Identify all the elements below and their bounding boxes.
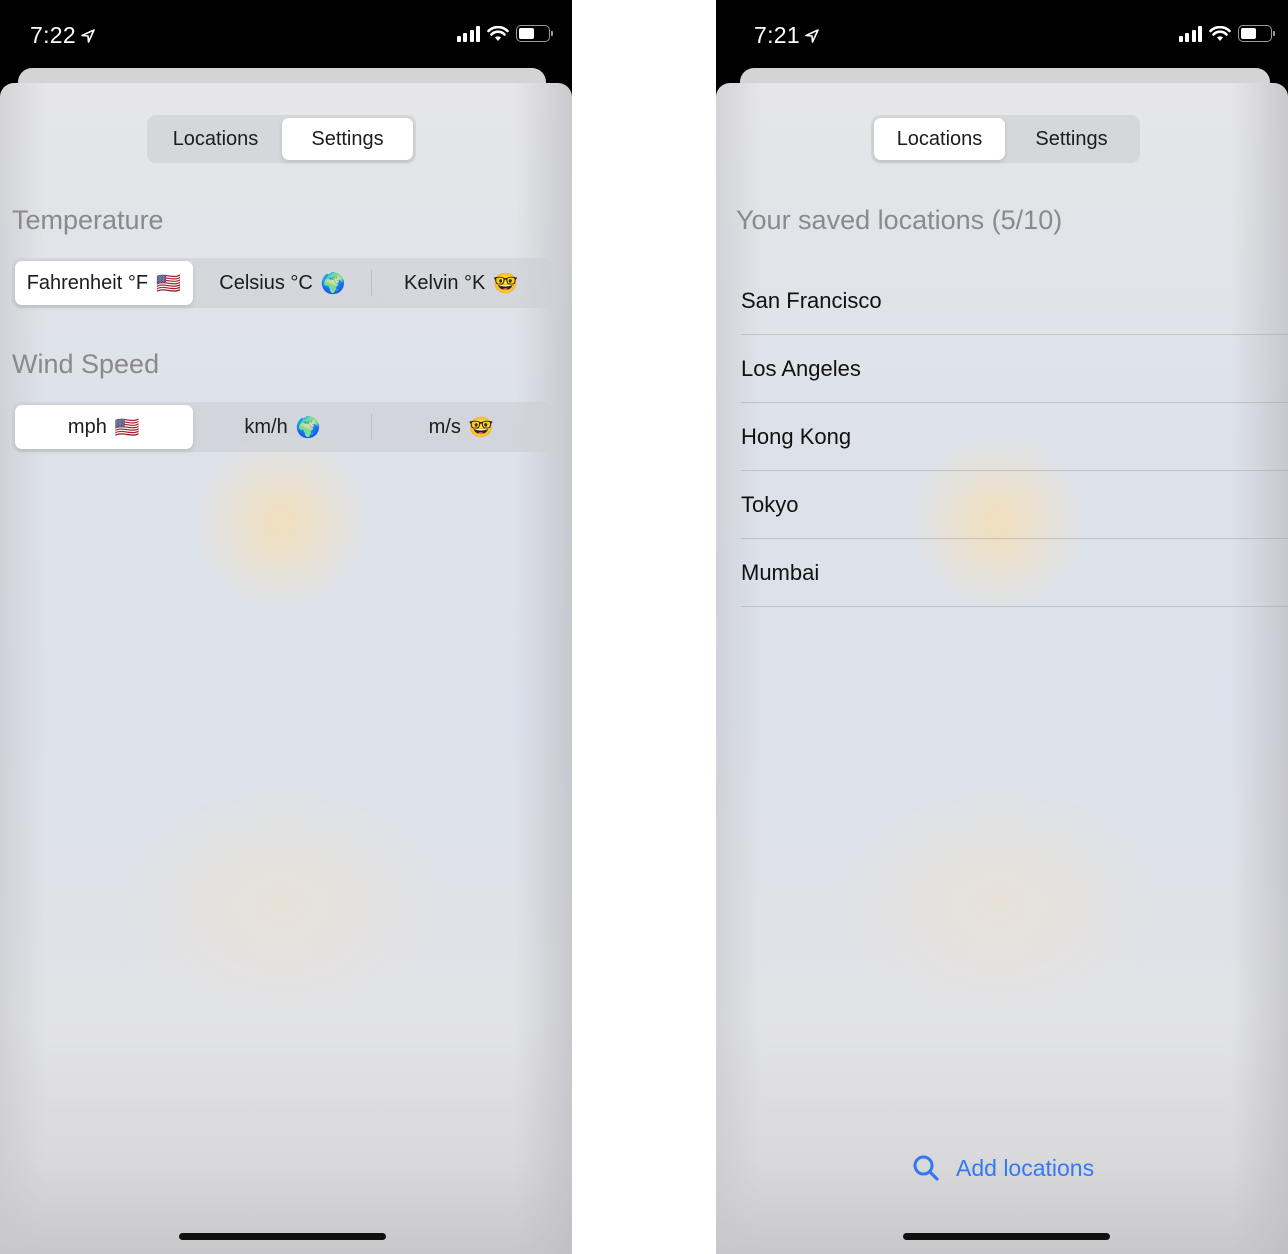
globe-icon: 🌍 (320, 271, 346, 295)
us-flag-icon: 🇺🇸 (156, 271, 181, 295)
wind-option-mph[interactable]: mph 🇺🇸 (15, 405, 193, 449)
status-time: 7:22 (30, 22, 76, 48)
tab-locations[interactable]: Locations (874, 118, 1005, 160)
add-locations-button[interactable]: Add locations (912, 1154, 1094, 1182)
view-segmented-control: Locations Settings (147, 115, 416, 163)
saved-locations-title: Your saved locations (5/10) (736, 205, 1063, 235)
location-item[interactable]: San Francisco (741, 267, 1288, 335)
tab-locations[interactable]: Locations (150, 118, 281, 160)
cellular-signal-icon (456, 25, 480, 42)
wind-speed-segmented-control: mph 🇺🇸 km/h 🌍 m/s 🤓 (12, 402, 553, 452)
battery-icon (516, 25, 553, 42)
temperature-option-fahrenheit[interactable]: Fahrenheit °F 🇺🇸 (15, 261, 193, 305)
us-flag-icon: 🇺🇸 (114, 415, 140, 439)
status-time: 7:21 (754, 22, 800, 48)
nerd-face-icon: 🤓 (468, 415, 494, 439)
globe-icon: 🌍 (295, 415, 321, 439)
home-indicator[interactable] (903, 1233, 1110, 1240)
sheet: Locations Settings Temperature Fahrenhei… (0, 83, 572, 1254)
location-item[interactable]: Los Angeles (741, 335, 1288, 403)
temperature-title: Temperature (12, 205, 164, 235)
location-item[interactable]: Tokyo (741, 471, 1288, 539)
status-bar: 7:22 (0, 0, 572, 68)
location-item[interactable]: Hong Kong (741, 403, 1288, 471)
location-arrow-icon (805, 28, 819, 43)
location-arrow-icon (81, 28, 95, 43)
temperature-segmented-control: Fahrenheit °F 🇺🇸 Celsius °C 🌍 Kelvin °K … (12, 258, 553, 308)
wifi-icon (1209, 25, 1231, 41)
search-icon (913, 1155, 939, 1181)
view-segmented-control: Locations Settings (871, 115, 1140, 163)
locations-screen: 7:21 Locations Settings Your saved locat… (716, 0, 1288, 1254)
wind-option-ms[interactable]: m/s 🤓 (372, 405, 550, 449)
sheet: Locations Settings Your saved locations … (716, 83, 1288, 1254)
battery-icon (1238, 25, 1275, 42)
home-indicator[interactable] (179, 1233, 386, 1240)
tab-settings[interactable]: Settings (282, 118, 413, 160)
tab-settings[interactable]: Settings (1006, 118, 1137, 160)
temperature-option-celsius[interactable]: Celsius °C 🌍 (194, 261, 372, 305)
cellular-signal-icon (1178, 25, 1202, 42)
nerd-face-icon: 🤓 (493, 271, 519, 295)
settings-screen: 7:22 Locations Settings Temperature Fahr… (0, 0, 572, 1254)
add-locations-label: Add locations (956, 1154, 1095, 1181)
wind-option-kmh[interactable]: km/h 🌍 (194, 405, 372, 449)
temperature-option-kelvin[interactable]: Kelvin °K 🤓 (372, 261, 550, 305)
wifi-icon (487, 25, 509, 41)
locations-list: San Francisco Los Angeles Hong Kong Toky… (741, 267, 1288, 607)
status-bar: 7:21 (716, 0, 1288, 68)
location-item[interactable]: Mumbai (741, 539, 1288, 607)
wind-speed-title: Wind Speed (12, 349, 160, 379)
